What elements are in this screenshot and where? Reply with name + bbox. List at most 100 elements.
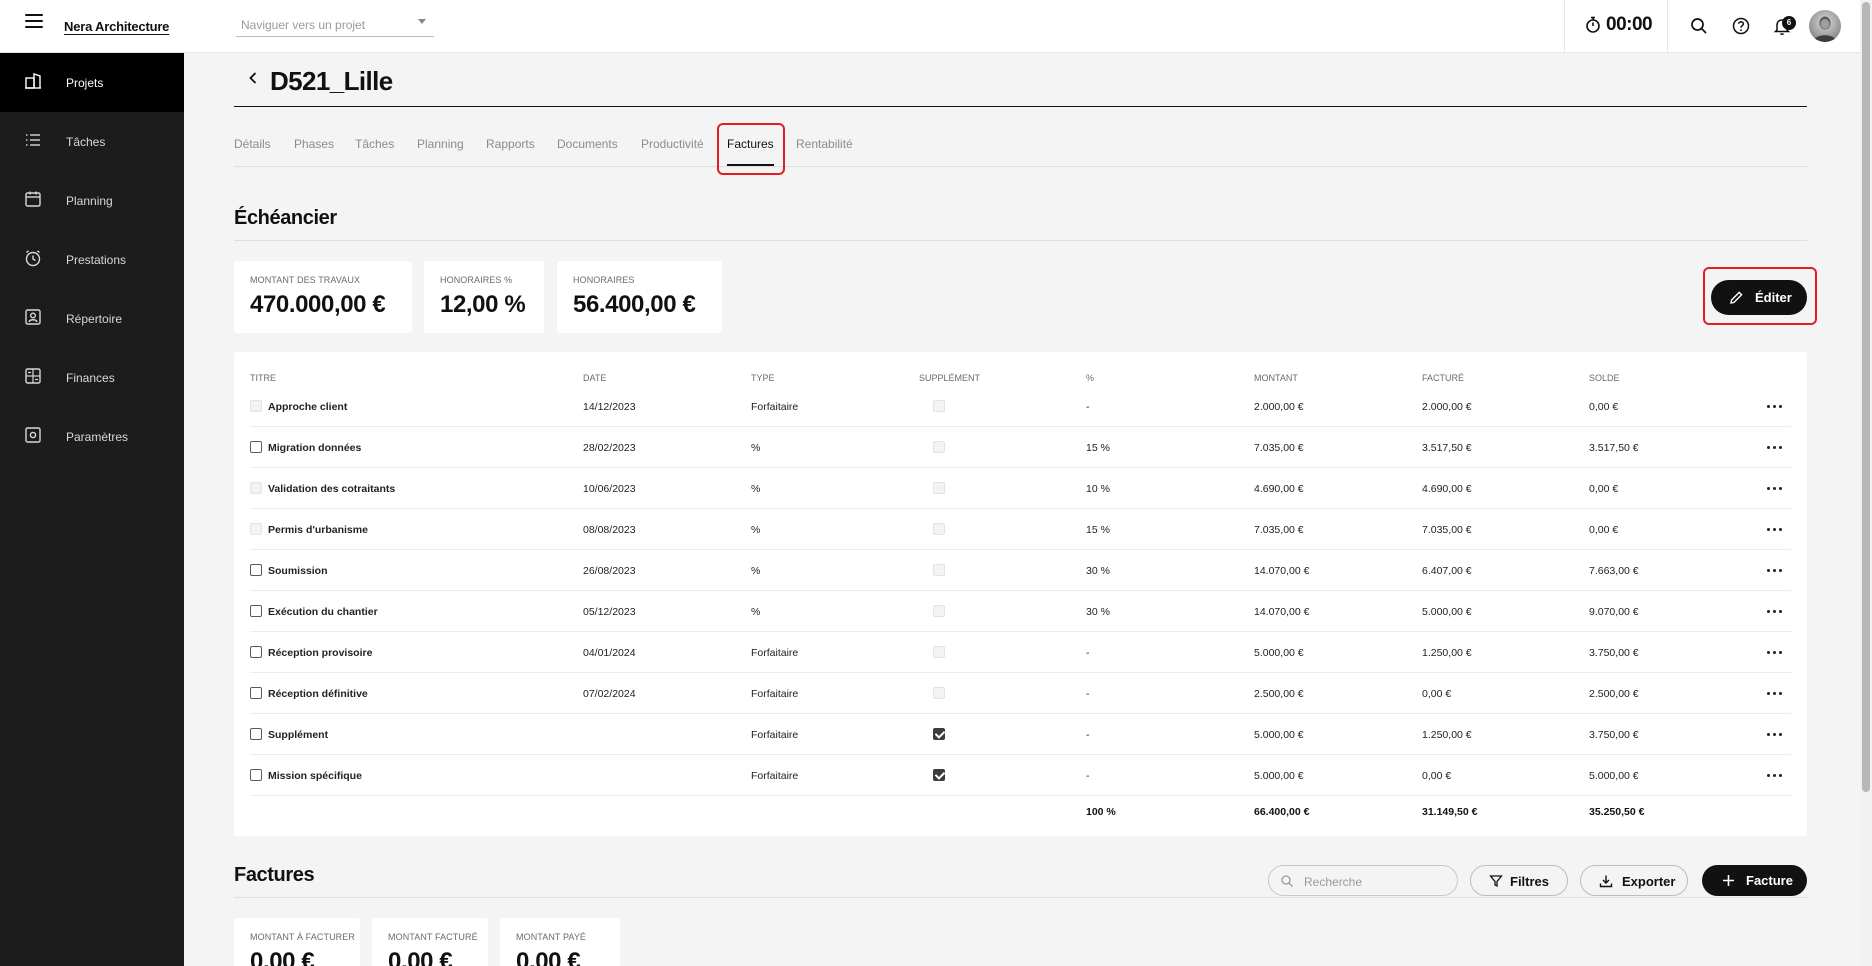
more-options-icon[interactable] — [1767, 774, 1783, 778]
table-row[interactable]: Réception provisoire 04/01/2024 Forfaitair… — [250, 632, 1791, 673]
sidebar-item-label: Finances — [66, 371, 115, 385]
table-row[interactable]: Réception définitive 07/02/2024 Forfaitair… — [250, 673, 1791, 714]
sidebar: Projets Tâches Planning Prestations Répe… — [0, 53, 184, 966]
settings-icon — [25, 427, 41, 443]
add-facture-button[interactable]: Facture — [1702, 865, 1807, 896]
echeancier-table: TITRE DATE TYPE SUPPLÉMENT % MONTANT FAC… — [234, 352, 1807, 836]
row-montant: 2.500,00 € — [1254, 688, 1304, 700]
tab-taches[interactable]: Tâches — [355, 137, 394, 151]
row-type: Forfaitaire — [751, 770, 799, 782]
row-pct: 15 % — [1086, 524, 1110, 536]
supplement-checkbox — [933, 646, 945, 658]
more-options-icon[interactable] — [1767, 528, 1783, 532]
tab-documents[interactable]: Documents — [557, 137, 618, 151]
supplement-checkbox — [933, 482, 945, 494]
project-tabs: Détails Phases Tâches Planning Rapports … — [234, 137, 1807, 167]
table-row[interactable]: Migration données 28/02/2023% 15 % 7.035,00… — [250, 427, 1791, 468]
row-title: Validation des cotraitants — [268, 483, 396, 495]
row-facture: 4.690,00 € — [1422, 483, 1472, 495]
filters-button[interactable]: Filtres — [1470, 865, 1568, 896]
more-options-icon[interactable] — [1767, 569, 1783, 573]
table-row[interactable]: Approche client 14/12/2023 Forfaitaire - 2.0… — [250, 386, 1791, 427]
edit-button[interactable]: Éditer — [1711, 280, 1807, 315]
row-solde: 3.750,00 € — [1589, 647, 1639, 659]
row-checkbox[interactable] — [250, 728, 262, 740]
table-row[interactable]: Mission spécifique Forfaitaire - 5.000,00 €… — [250, 755, 1791, 796]
row-checkbox[interactable] — [250, 687, 262, 699]
row-montant: 5.000,00 € — [1254, 770, 1304, 782]
tab-productivite[interactable]: Productivité — [641, 137, 704, 151]
row-solde: 9.070,00 € — [1589, 606, 1639, 618]
brand-logo[interactable]: Nera Architecture — [64, 19, 169, 34]
tab-rentabilite[interactable]: Rentabilité — [796, 137, 853, 151]
help-icon[interactable] — [1730, 15, 1752, 37]
table-row[interactable]: Supplément Forfaitaire - 5.000,00 € 1.250,00… — [250, 714, 1791, 755]
stat-value: 56.400,00 € — [573, 291, 696, 318]
page-scrollbar[interactable] — [1860, 0, 1872, 966]
row-pct: - — [1086, 729, 1090, 741]
user-avatar[interactable] — [1809, 10, 1841, 42]
column-header: % — [1086, 373, 1095, 383]
more-options-icon[interactable] — [1767, 446, 1783, 450]
row-date: 28/02/2023 — [583, 442, 636, 454]
more-options-icon[interactable] — [1767, 610, 1783, 614]
row-checkbox[interactable] — [250, 564, 262, 576]
table-row[interactable]: Permis d'urbanisme 08/08/2023% 15 % 7.035,0… — [250, 509, 1791, 550]
sidebar-item-taches[interactable]: Tâches — [0, 112, 184, 171]
table-row[interactable]: Validation des cotraitants 10/06/2023% 10 … — [250, 468, 1791, 509]
filters-button-label: Filtres — [1510, 874, 1550, 889]
row-checkbox[interactable] — [250, 605, 262, 617]
timer-widget[interactable]: 00:00 — [1564, 0, 1668, 53]
row-facture: 2.000,00 € — [1422, 401, 1472, 413]
table-row[interactable]: Exécution du chantier 05/12/2023% 30 % 14.0… — [250, 591, 1791, 632]
more-options-icon[interactable] — [1767, 733, 1783, 737]
sidebar-item-prestations[interactable]: Prestations — [0, 230, 184, 289]
row-solde: 7.663,00 € — [1589, 565, 1639, 577]
more-options-icon[interactable] — [1767, 651, 1783, 655]
export-button[interactable]: Exporter — [1580, 865, 1688, 896]
row-pct: 10 % — [1086, 483, 1110, 495]
search-icon[interactable] — [1688, 15, 1710, 37]
menu-icon[interactable] — [25, 14, 43, 30]
row-solde: 5.000,00 € — [1589, 770, 1639, 782]
tab-rapports[interactable]: Rapports — [486, 137, 535, 151]
more-options-icon[interactable] — [1767, 692, 1783, 696]
sidebar-item-planning[interactable]: Planning — [0, 171, 184, 230]
stat-label: MONTANT DES TRAVAUX — [250, 275, 361, 285]
row-checkbox[interactable] — [250, 441, 262, 453]
tab-details[interactable]: Détails — [234, 137, 271, 151]
scrollbar-thumb[interactable] — [1862, 2, 1870, 792]
row-title: Permis d'urbanisme — [268, 524, 368, 536]
stat-montant-facture: MONTANT FACTURÉ 0,00 € — [372, 918, 488, 966]
row-montant: 14.070,00 € — [1254, 565, 1310, 577]
title-divider — [234, 106, 1807, 107]
row-title: Mission spécifique — [268, 770, 362, 782]
more-options-icon[interactable] — [1767, 487, 1783, 491]
back-chevron-icon[interactable] — [248, 71, 258, 85]
more-options-icon[interactable] — [1767, 405, 1783, 409]
section-divider — [234, 240, 1807, 241]
factures-search-input[interactable]: Recherche — [1268, 865, 1458, 896]
sidebar-item-parametres[interactable]: Paramètres — [0, 407, 184, 466]
sidebar-item-projets[interactable]: Projets — [0, 53, 184, 112]
sidebar-item-label: Répertoire — [66, 312, 123, 326]
table-row[interactable]: Soumission 26/08/2023% 30 % 14.070,00 € 6.40… — [250, 550, 1791, 591]
row-montant: 4.690,00 € — [1254, 483, 1304, 495]
row-title: Réception définitive — [268, 688, 368, 700]
row-checkbox[interactable] — [250, 769, 262, 781]
edit-button-label: Éditer — [1755, 290, 1792, 305]
project-navigator-select[interactable]: Naviguer vers un projet — [236, 13, 434, 37]
avatar-photo — [1813, 16, 1837, 42]
sidebar-item-repertoire[interactable]: Répertoire — [0, 289, 184, 348]
sidebar-item-label: Planning — [66, 194, 113, 208]
row-title: Soumission — [268, 565, 328, 577]
total-pct: 100 % — [1086, 806, 1116, 818]
row-checkbox[interactable] — [250, 646, 262, 658]
sidebar-item-finances[interactable]: Finances — [0, 348, 184, 407]
supplement-checkbox — [933, 441, 945, 453]
factures-title: Factures — [234, 864, 315, 886]
row-title: Réception provisoire — [268, 647, 373, 659]
tab-phases[interactable]: Phases — [294, 137, 334, 151]
stat-montant-paye: MONTANT PAYÉ 0,00 € — [500, 918, 620, 966]
tab-planning[interactable]: Planning — [417, 137, 464, 151]
